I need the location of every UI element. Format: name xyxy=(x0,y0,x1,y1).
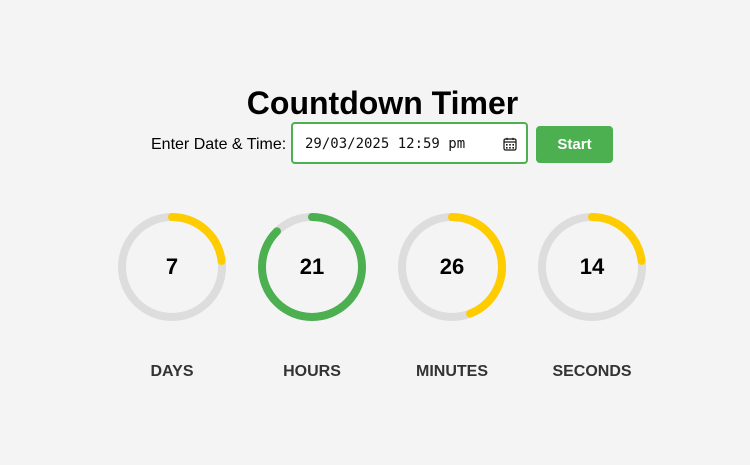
hours-value: 21 xyxy=(299,254,325,279)
days-label: DAYS xyxy=(150,363,194,380)
datetime-value: 29/03/2025 12:59 pm xyxy=(305,136,466,152)
seconds-label: SECONDS xyxy=(552,363,632,380)
datetime-label: Enter Date & Time: xyxy=(151,136,287,153)
minutes-label: MINUTES xyxy=(416,363,488,380)
seconds-ring: 14 xyxy=(536,211,648,323)
page-title: Countdown Timer xyxy=(246,85,519,121)
minutes-value: 26 xyxy=(439,254,465,279)
calendar-icon[interactable] xyxy=(503,137,517,151)
minutes-ring: 26 xyxy=(396,211,508,323)
datetime-input[interactable]: 29/03/2025 12:59 pm xyxy=(291,122,528,164)
seconds-value: 14 xyxy=(579,254,605,279)
hours-ring: 21 xyxy=(256,211,368,323)
hours-label: HOURS xyxy=(283,363,341,380)
days-value: 7 xyxy=(165,254,179,279)
days-ring: 7 xyxy=(116,211,228,323)
start-button[interactable]: Start xyxy=(536,126,613,163)
